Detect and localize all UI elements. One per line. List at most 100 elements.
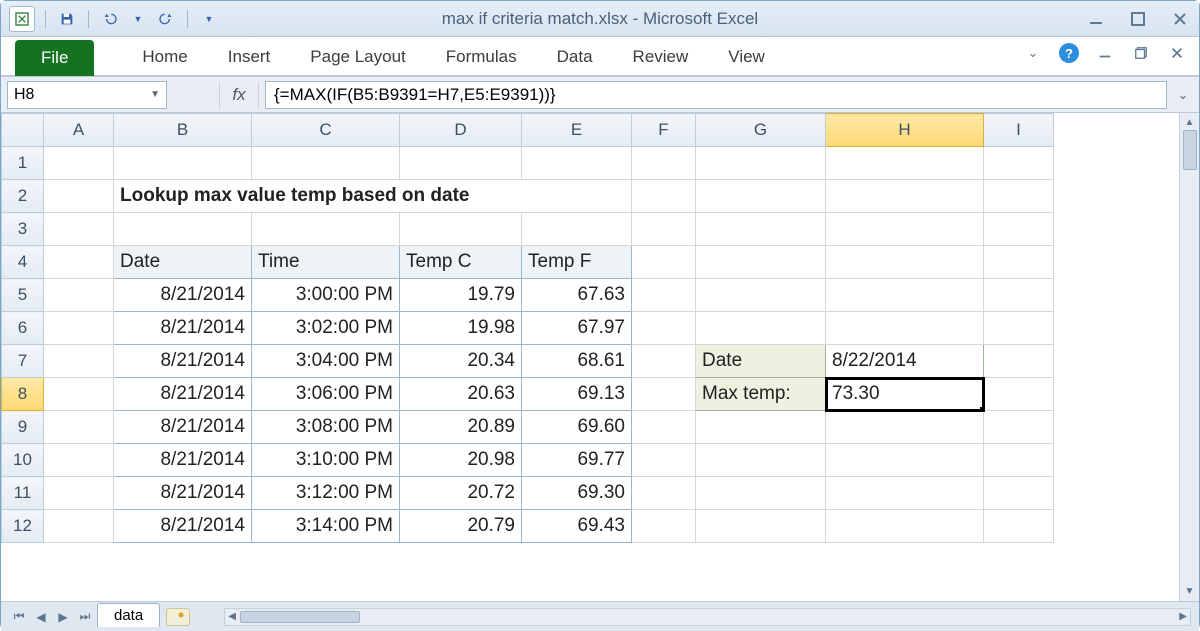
cell[interactable] xyxy=(632,345,696,378)
cell[interactable] xyxy=(44,444,114,477)
cell[interactable] xyxy=(984,444,1054,477)
cell[interactable] xyxy=(114,213,252,246)
formula-bar-expand-icon[interactable]: ⌄ xyxy=(1173,87,1193,103)
table-cell[interactable]: 8/21/2014 xyxy=(114,279,252,312)
undo-dropdown-icon[interactable]: ▼ xyxy=(127,8,149,30)
table-cell[interactable]: 3:06:00 PM xyxy=(252,378,400,411)
sheet-nav-first-icon[interactable]: ⏮ xyxy=(9,607,29,627)
side-date-value[interactable]: 8/22/2014 xyxy=(826,345,984,378)
sheet-nav-next-icon[interactable]: ▶ xyxy=(53,607,73,627)
cell[interactable] xyxy=(826,147,984,180)
col-header-b[interactable]: B xyxy=(114,114,252,147)
window-restore-inner-icon[interactable] xyxy=(1131,43,1151,63)
cell[interactable] xyxy=(984,345,1054,378)
cell[interactable] xyxy=(826,444,984,477)
cell[interactable] xyxy=(252,213,400,246)
cell[interactable] xyxy=(522,213,632,246)
tab-review[interactable]: Review xyxy=(613,39,709,75)
table-cell[interactable]: 3:00:00 PM xyxy=(252,279,400,312)
table-cell[interactable]: 8/21/2014 xyxy=(114,378,252,411)
cell[interactable] xyxy=(44,147,114,180)
table-cell[interactable]: 3:14:00 PM xyxy=(252,510,400,543)
table-header-tempf[interactable]: Temp F xyxy=(522,246,632,279)
cell[interactable] xyxy=(696,147,826,180)
table-cell[interactable]: 19.98 xyxy=(400,312,522,345)
row-header[interactable]: 3 xyxy=(2,213,44,246)
cell[interactable] xyxy=(984,213,1054,246)
table-cell[interactable]: 20.72 xyxy=(400,477,522,510)
cell[interactable] xyxy=(632,312,696,345)
col-header-g[interactable]: G xyxy=(696,114,826,147)
table-cell[interactable]: 67.97 xyxy=(522,312,632,345)
cell[interactable] xyxy=(696,411,826,444)
table-cell[interactable]: 8/21/2014 xyxy=(114,444,252,477)
table-cell[interactable]: 3:10:00 PM xyxy=(252,444,400,477)
scroll-down-icon[interactable]: ▼ xyxy=(1185,586,1195,597)
cell[interactable] xyxy=(696,279,826,312)
formula-bar[interactable]: {=MAX(IF(B5:B9391=H7,E5:E9391))} xyxy=(265,81,1167,109)
cell[interactable] xyxy=(400,213,522,246)
cell[interactable] xyxy=(826,411,984,444)
table-cell[interactable]: 20.89 xyxy=(400,411,522,444)
row-header[interactable]: 9 xyxy=(2,411,44,444)
cell[interactable] xyxy=(984,147,1054,180)
cell[interactable] xyxy=(696,213,826,246)
cell[interactable] xyxy=(44,477,114,510)
active-cell-h8[interactable]: 73.30 xyxy=(826,378,984,411)
table-header-date[interactable]: Date xyxy=(114,246,252,279)
cell[interactable] xyxy=(44,378,114,411)
row-header[interactable]: 10 xyxy=(2,444,44,477)
cell[interactable] xyxy=(696,246,826,279)
redo-icon[interactable] xyxy=(155,8,177,30)
cell[interactable] xyxy=(984,378,1054,411)
excel-logo-icon[interactable] xyxy=(9,6,35,32)
row-header[interactable]: 8 xyxy=(2,378,44,411)
row-header[interactable]: 1 xyxy=(2,147,44,180)
col-header-e[interactable]: E xyxy=(522,114,632,147)
col-header-d[interactable]: D xyxy=(400,114,522,147)
cell[interactable] xyxy=(984,477,1054,510)
cell[interactable] xyxy=(984,411,1054,444)
sheet-nav-last-icon[interactable]: ⏭ xyxy=(75,607,95,627)
table-cell[interactable]: 8/21/2014 xyxy=(114,345,252,378)
table-header-tempc[interactable]: Temp C xyxy=(400,246,522,279)
tab-file[interactable]: File xyxy=(15,40,94,76)
row-header[interactable]: 2 xyxy=(2,180,44,213)
cell[interactable] xyxy=(44,510,114,543)
maximize-icon[interactable] xyxy=(1129,10,1147,28)
select-all-corner[interactable] xyxy=(2,114,44,147)
cell[interactable] xyxy=(632,279,696,312)
cell[interactable] xyxy=(826,246,984,279)
cell[interactable] xyxy=(632,444,696,477)
col-header-h[interactable]: H xyxy=(826,114,984,147)
cell[interactable] xyxy=(826,510,984,543)
sheet-title[interactable]: Lookup max value temp based on date xyxy=(114,180,632,213)
ribbon-minimize-icon[interactable]: ⌄ xyxy=(1023,43,1043,63)
scroll-left-icon[interactable]: ◀ xyxy=(228,611,236,622)
table-cell[interactable]: 3:04:00 PM xyxy=(252,345,400,378)
col-header-c[interactable]: C xyxy=(252,114,400,147)
cell[interactable] xyxy=(522,147,632,180)
cell[interactable] xyxy=(984,279,1054,312)
table-cell[interactable]: 68.61 xyxy=(522,345,632,378)
table-cell[interactable]: 8/21/2014 xyxy=(114,411,252,444)
fx-label[interactable]: fx xyxy=(219,82,259,108)
tab-insert[interactable]: Insert xyxy=(208,39,291,75)
table-cell[interactable]: 69.30 xyxy=(522,477,632,510)
cell[interactable] xyxy=(44,411,114,444)
cell[interactable] xyxy=(632,180,696,213)
table-cell[interactable]: 20.98 xyxy=(400,444,522,477)
row-header[interactable]: 4 xyxy=(2,246,44,279)
row-header[interactable]: 6 xyxy=(2,312,44,345)
tab-view[interactable]: View xyxy=(708,39,785,75)
table-cell[interactable]: 67.63 xyxy=(522,279,632,312)
side-date-label[interactable]: Date xyxy=(696,345,826,378)
table-cell[interactable]: 69.13 xyxy=(522,378,632,411)
close-icon[interactable] xyxy=(1171,10,1189,28)
cell[interactable] xyxy=(696,444,826,477)
cell[interactable] xyxy=(826,180,984,213)
cell[interactable] xyxy=(696,180,826,213)
cell[interactable] xyxy=(632,510,696,543)
table-cell[interactable]: 19.79 xyxy=(400,279,522,312)
cell[interactable] xyxy=(984,312,1054,345)
